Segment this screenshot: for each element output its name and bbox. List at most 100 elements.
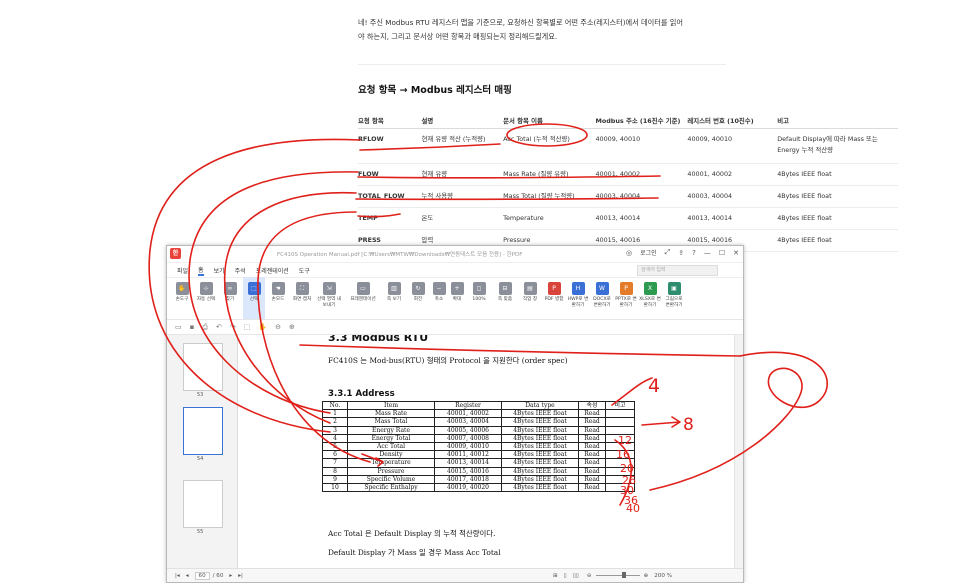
zoom-in-icon: +: [450, 282, 464, 295]
capture-button[interactable]: ⛶ 화면 캡처: [291, 277, 313, 319]
zoom-slider[interactable]: [595, 572, 640, 578]
header-cell: Register: [434, 400, 502, 411]
thumbnail-page-54[interactable]: [183, 407, 223, 455]
hwp-convert-button[interactable]: H HWP로 변환하기: [567, 277, 589, 319]
page-number-input[interactable]: 60: [194, 571, 210, 580]
print-icon[interactable]: ⎙: [202, 323, 208, 332]
export-area-button[interactable]: ⇲ 선택 영역 내보내기: [315, 277, 343, 319]
status-bar: |◂ ◂ 60 / 60 ▸ ▸| ⊞ ▯ ▯▯ ⊖ ⊕ 200 %: [167, 568, 743, 582]
hand-mode-button[interactable]: ☚ 손모드: [267, 277, 289, 319]
rotate-button[interactable]: ↻ 회전: [407, 277, 429, 319]
table-cell: 40001, 40002: [595, 163, 688, 186]
undo-icon[interactable]: ↶: [216, 323, 222, 331]
first-page-icon[interactable]: |◂: [175, 573, 180, 579]
doc-subheading: 3.3.1 Address: [328, 389, 395, 399]
two-page-icon[interactable]: ▯▯: [573, 573, 579, 579]
menu-view[interactable]: 보기: [214, 266, 225, 275]
table-row: RFLOW 현재 유량 적산 (누적량) Acc Total (누적 적산량) …: [358, 128, 898, 164]
table-cell: TOTAL_FLOW: [358, 185, 422, 208]
minimize-icon[interactable]: —: [704, 249, 711, 257]
menu-home[interactable]: 홈: [198, 265, 204, 276]
menu-presentation[interactable]: 프레젠테이션: [256, 266, 289, 275]
register-cell: Specific Volume: [347, 474, 435, 485]
user-icon[interactable]: ◎: [626, 249, 632, 257]
next-page-icon[interactable]: ▸: [229, 573, 232, 579]
app-logo-icon[interactable]: 한: [170, 248, 181, 259]
share-icon[interactable]: ⇪: [678, 249, 684, 257]
ribbon-label: 축소: [434, 297, 444, 302]
register-cell: 40019, 40020: [434, 483, 502, 493]
doc-note-1: Acc Total 은 Default Display 의 누적 적산량이다.: [328, 529, 496, 538]
close-icon[interactable]: ✕: [733, 249, 739, 257]
table-cell: 40009, 40010: [687, 128, 778, 164]
register-cell: Read: [578, 417, 606, 427]
select-tool-icon[interactable]: ⬚: [244, 323, 251, 331]
divider: [358, 64, 726, 65]
menu-tools[interactable]: 도구: [299, 266, 310, 275]
open-folder-icon[interactable]: ▭: [175, 323, 182, 331]
menu-file[interactable]: 파일: [177, 266, 188, 275]
zoom-in-status-icon[interactable]: ⊕: [644, 573, 649, 579]
register-cell: 7: [322, 458, 348, 468]
zoom-100-button[interactable]: ◻ 100%: [467, 277, 491, 319]
hand-tool-button[interactable]: ✋ 손도구: [171, 277, 193, 319]
register-cell: 1: [322, 409, 348, 419]
table-cell: 40003, 40004: [687, 185, 778, 208]
fit-page-button[interactable]: ⊟ 쪽 맞춤: [493, 277, 517, 319]
save-icon[interactable]: ▪: [190, 323, 195, 331]
hand-small-icon[interactable]: ✋: [258, 323, 267, 331]
zoom-slider-handle[interactable]: [621, 572, 626, 578]
xlsx-convert-button[interactable]: X XLSX로 변환하기: [639, 277, 661, 319]
ribbon-label: 손모드: [271, 297, 285, 302]
zoom-out-button[interactable]: − 축소: [431, 277, 447, 319]
expand-icon[interactable]: ⤢: [665, 248, 671, 257]
auto-select-button[interactable]: ⊹ 자동 선택: [195, 277, 217, 319]
fit-width-icon[interactable]: ⊞: [553, 573, 558, 579]
register-cell: 40013, 40014: [434, 458, 502, 468]
register-cell: Read: [578, 450, 606, 460]
zoom-out-small-icon[interactable]: ⊖: [275, 323, 281, 331]
header-cell: 레지스터 번호 (10진수): [687, 104, 778, 129]
search-input[interactable]: 검색어 입력: [637, 265, 718, 276]
find-button[interactable]: ∞ 찾기: [219, 277, 241, 319]
vertical-scrollbar[interactable]: [734, 335, 743, 568]
table-cell: 4Bytes IEEE float: [777, 229, 898, 252]
docx-convert-button[interactable]: W DOCX로 변환하기: [591, 277, 613, 319]
table-cell: 현재 유량: [421, 163, 504, 186]
register-row: 8 Pressure 40015, 40016 4Bytes IEEE float Re…: [322, 466, 635, 476]
intro-line-2: 야 하는지, 그리고 문서상 어떤 항목과 매핑되는지 정리해드릴게요.: [358, 32, 558, 41]
merge-button[interactable]: P PDF 병합: [543, 277, 565, 319]
redo-icon[interactable]: ↷: [230, 323, 236, 331]
register-cell: 4Bytes IEEE float: [501, 442, 579, 452]
presentation-button[interactable]: ▭ 프레젠테이션: [345, 277, 381, 319]
table-cell: 현재 유량 적산 (누적량): [421, 128, 504, 164]
select-button[interactable]: ⬚ 선택: [243, 277, 265, 319]
zoom-in-button[interactable]: + 확대: [449, 277, 465, 319]
register-cell: Read: [578, 425, 606, 435]
image-convert-button[interactable]: ▣ 그림으로 변환하기: [663, 277, 685, 319]
menu-annotate[interactable]: 주석: [235, 266, 246, 275]
ribbon-label: HWP로 변환하기: [567, 297, 589, 308]
page-view-button[interactable]: ▥ 쪽 보기: [383, 277, 405, 319]
prev-page-icon[interactable]: ◂: [186, 573, 189, 579]
ribbon-label: XLSX로 변환하기: [639, 297, 661, 308]
login-button[interactable]: 로그인: [640, 248, 657, 257]
register-cell: 4Bytes IEEE float: [501, 425, 579, 435]
pptx-convert-button[interactable]: P PPTX로 변환하기: [615, 277, 637, 319]
task-pane-button[interactable]: ▤ 직업 창: [519, 277, 541, 319]
help-icon[interactable]: ?: [692, 249, 696, 257]
register-cell: 40005, 40006: [434, 425, 502, 435]
zoom-in-small-icon[interactable]: ⊕: [289, 323, 295, 331]
thumbnail-page-55[interactable]: [183, 480, 223, 528]
docx-icon: W: [595, 282, 609, 295]
single-page-icon[interactable]: ▯: [564, 573, 567, 579]
register-row: 3 Energy Rate 40005, 40006 4Bytes IEEE floa…: [322, 425, 635, 435]
register-row: 7 Temperature 40013, 40014 4Bytes IEEE floa…: [322, 458, 635, 468]
maximize-icon[interactable]: ☐: [719, 249, 725, 257]
ribbon-label: 100%: [472, 297, 486, 302]
ribbon-label: 선택: [249, 297, 259, 302]
zoom-out-status-icon[interactable]: ⊖: [587, 573, 592, 579]
last-page-icon[interactable]: ▸|: [238, 573, 243, 579]
thumbnail-page-53[interactable]: [183, 343, 223, 391]
register-cell: 10: [322, 483, 348, 493]
